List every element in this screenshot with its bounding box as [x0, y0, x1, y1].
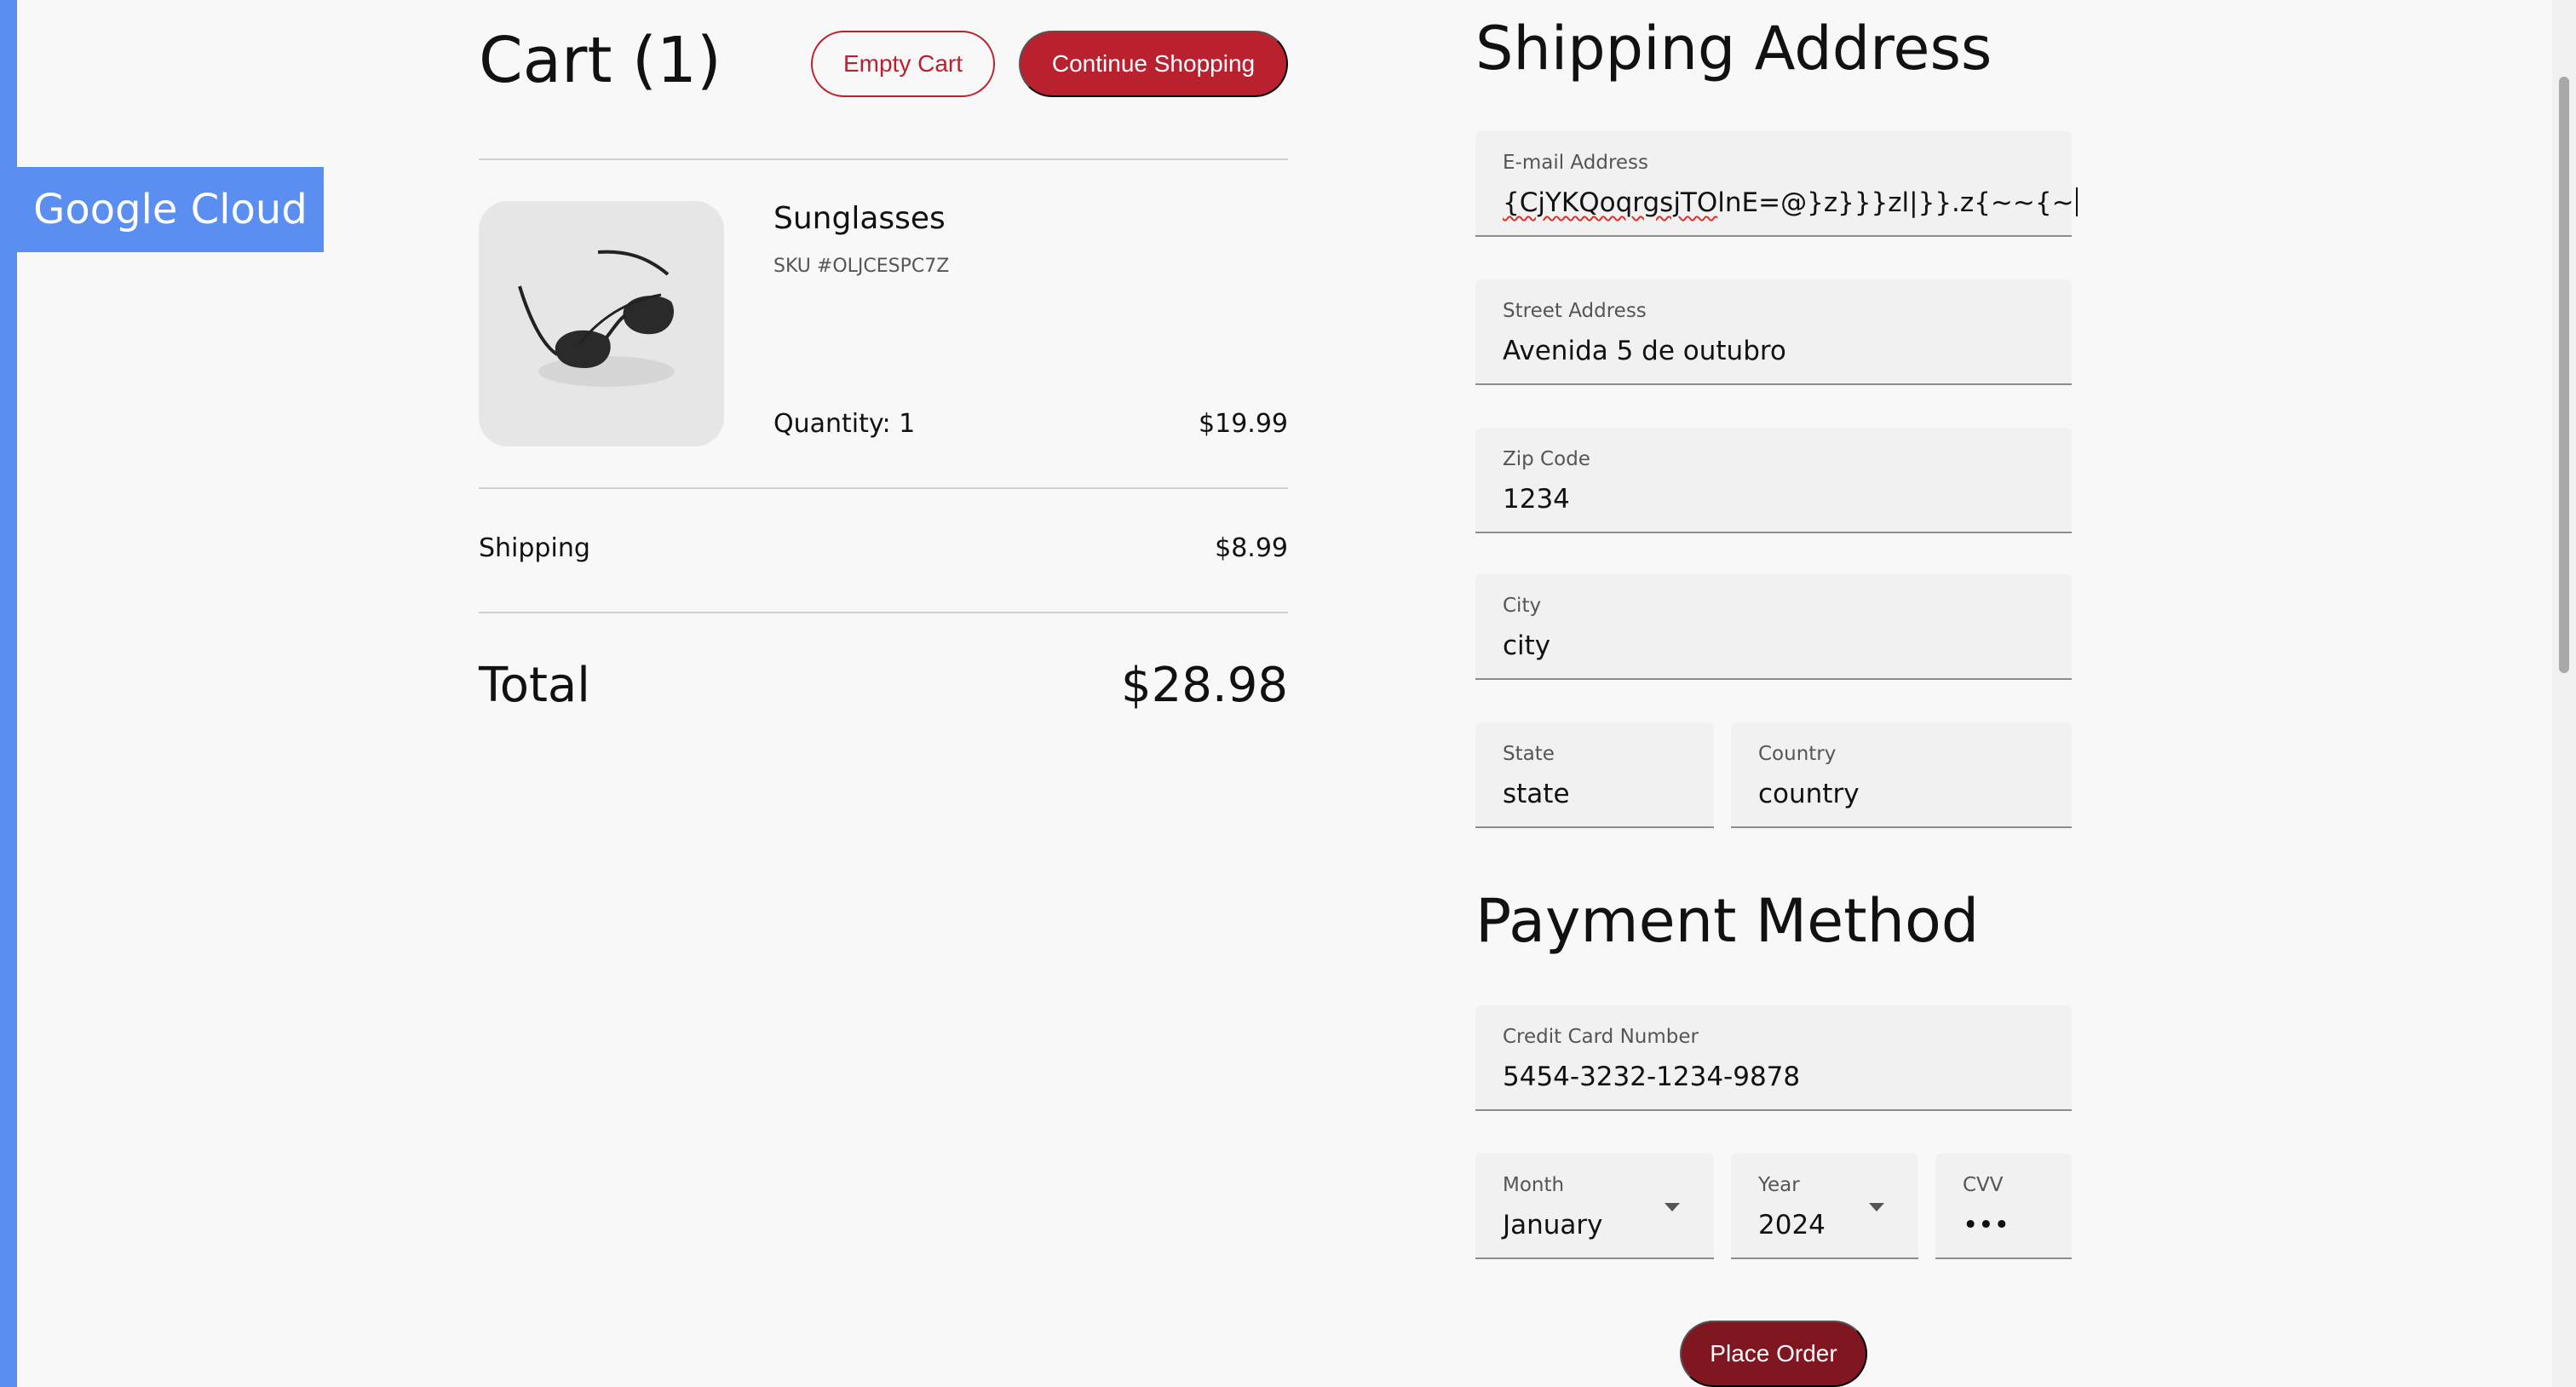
cart-title: Cart (1)	[479, 24, 722, 97]
zip-code-label: Zip Code	[1503, 448, 1590, 470]
street-address-input[interactable]: Avenida 5 de outubro	[1503, 336, 1786, 366]
scrollbar-thumb[interactable]	[2559, 77, 2569, 673]
country-field[interactable]: Country country	[1731, 722, 2072, 828]
cvv-label: CVV	[1963, 1174, 2004, 1196]
email-label: E-mail Address	[1503, 152, 1649, 174]
shipping-label: Shipping	[479, 533, 590, 563]
year-select[interactable]: Year 2024	[1731, 1154, 1918, 1259]
cvv-input[interactable]: •••	[1963, 1210, 2010, 1240]
email-field[interactable]: E-mail Address {CjYKQoqrgsjTOlnE=@}z}}}z…	[1475, 131, 2078, 237]
payment-method-title: Payment Method	[1475, 886, 1980, 956]
month-value: January	[1503, 1210, 1603, 1240]
country-input[interactable]: country	[1758, 779, 1860, 809]
email-value-rest: lnE=@}z}}}zl|}}.z{~~{~	[1717, 187, 2074, 218]
month-select[interactable]: Month January	[1475, 1154, 1714, 1259]
credit-card-label: Credit Card Number	[1503, 1026, 1699, 1048]
shipping-cost: $8.99	[1215, 533, 1288, 563]
year-value: 2024	[1758, 1210, 1826, 1240]
zip-code-input[interactable]: 1234	[1503, 484, 1570, 515]
place-order-button[interactable]: Place Order	[1680, 1321, 1867, 1387]
email-value-misspelled: {CjYKQoqrgsjTO	[1503, 187, 1718, 218]
street-address-field[interactable]: Street Address Avenida 5 de outubro	[1475, 279, 2072, 385]
continue-shopping-button[interactable]: Continue Shopping	[1019, 31, 1288, 97]
divider	[479, 158, 1288, 160]
empty-cart-button[interactable]: Empty Cart	[811, 31, 995, 97]
credit-card-field[interactable]: Credit Card Number 5454-3232-1234-9878	[1475, 1005, 2072, 1111]
product-quantity: Quantity: 1	[773, 409, 916, 439]
state-field[interactable]: State state	[1475, 722, 1714, 828]
state-input[interactable]: state	[1503, 779, 1570, 809]
state-label: State	[1503, 743, 1555, 765]
brand-stripe	[0, 0, 17, 1387]
scrollbar-track[interactable]	[2552, 0, 2576, 1387]
street-address-label: Street Address	[1503, 300, 1647, 322]
divider	[479, 612, 1288, 613]
divider	[479, 487, 1288, 489]
brand-logo[interactable]: Google Cloud	[17, 167, 324, 252]
product-price: $19.99	[1199, 409, 1288, 439]
chevron-down-icon[interactable]	[1665, 1203, 1680, 1211]
email-input[interactable]: {CjYKQoqrgsjTOlnE=@}z}}}zl|}}.z{~~{~	[1503, 187, 2078, 218]
shipping-address-title: Shipping Address	[1475, 14, 1992, 83]
chevron-down-icon[interactable]	[1869, 1203, 1884, 1211]
city-field[interactable]: City city	[1475, 574, 2072, 680]
month-label: Month	[1503, 1174, 1565, 1196]
year-label: Year	[1758, 1174, 1800, 1196]
city-label: City	[1503, 595, 1542, 617]
product-name: Sunglasses	[773, 201, 946, 236]
cvv-field[interactable]: CVV •••	[1935, 1154, 2072, 1259]
total-value: $28.98	[1121, 658, 1288, 713]
zip-code-field[interactable]: Zip Code 1234	[1475, 428, 2072, 533]
city-input[interactable]: city	[1503, 630, 1550, 661]
sunglasses-image	[479, 201, 724, 446]
total-label: Total	[479, 658, 590, 713]
credit-card-input[interactable]: 5454-3232-1234-9878	[1503, 1062, 1800, 1092]
text-cursor	[2075, 187, 2078, 216]
checkout-page: Google Cloud Cart (1) Empty Cart Continu…	[0, 0, 2576, 1387]
country-label: Country	[1758, 743, 1837, 765]
product-sku: SKU #OLJCESPC7Z	[773, 256, 950, 277]
